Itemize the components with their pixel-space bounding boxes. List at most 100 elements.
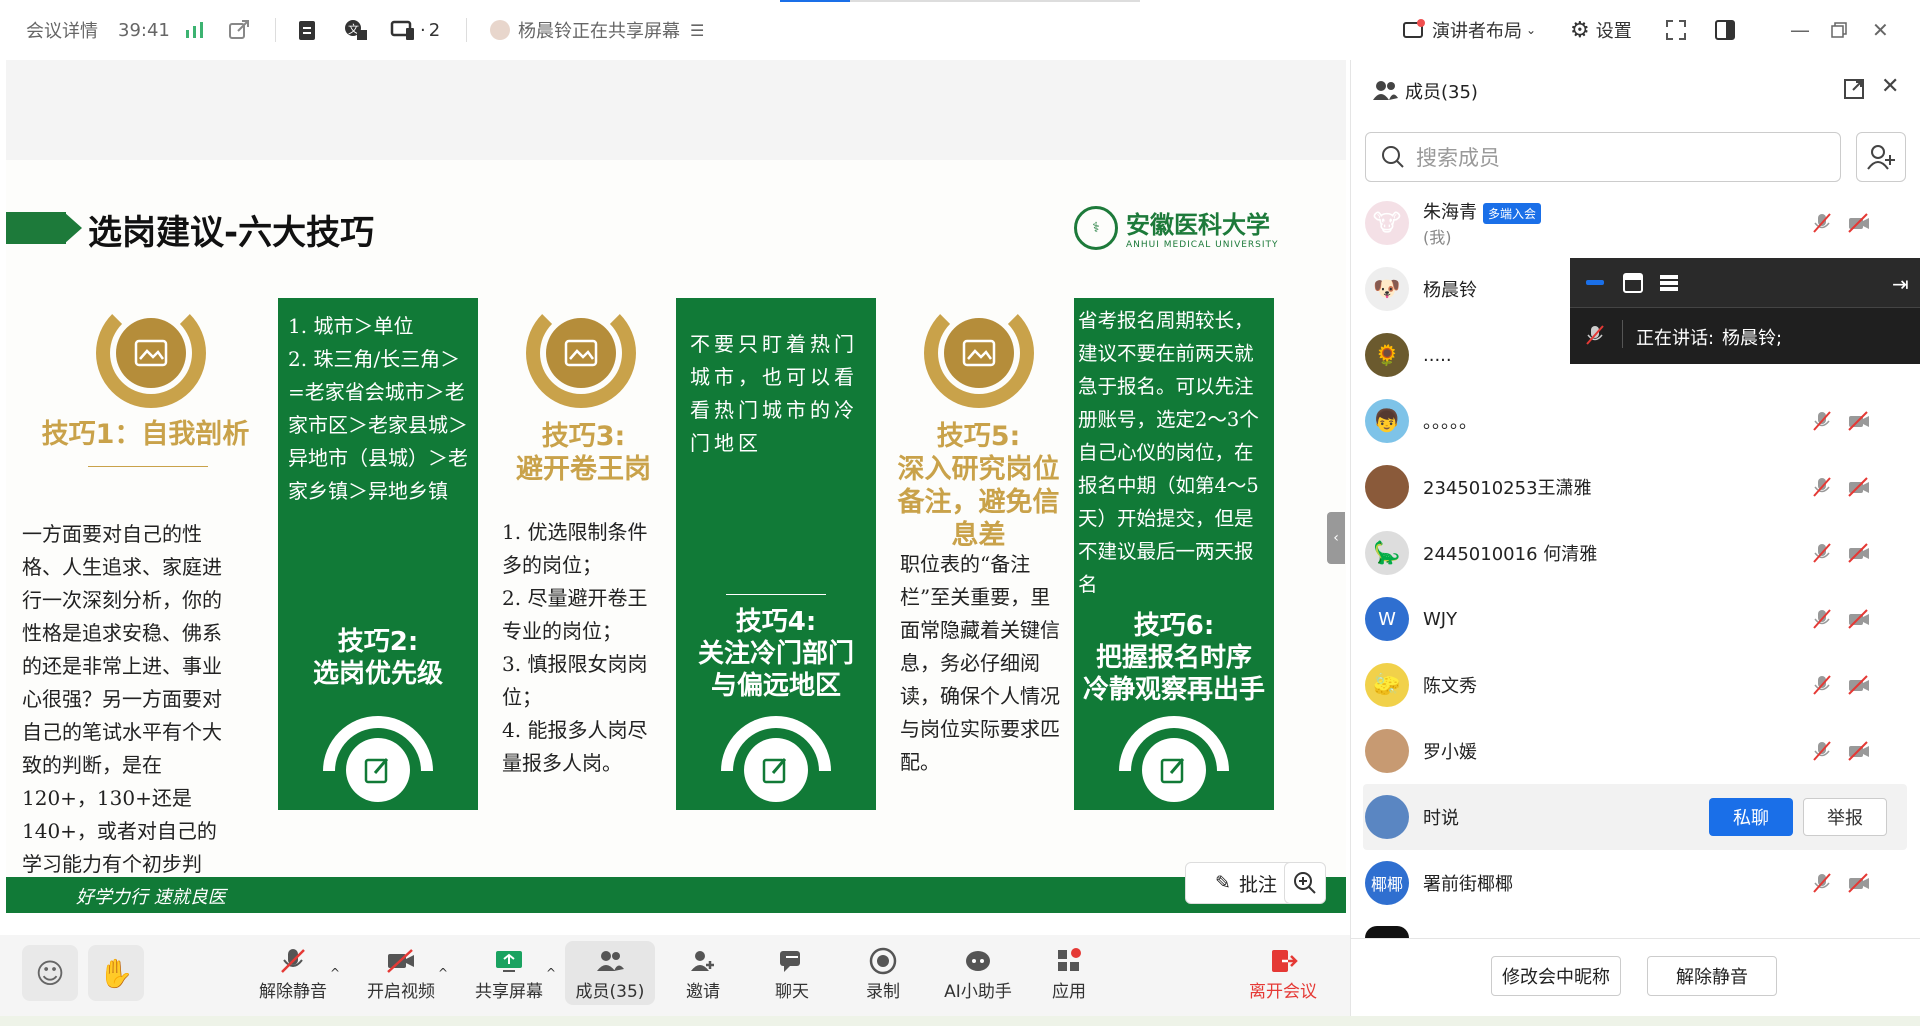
mic-muted-icon[interactable] [1811,674,1833,700]
unmute-all-button[interactable]: 解除静音 [1647,956,1777,996]
member-row[interactable]: 👦 。。。。。 [1351,388,1920,454]
tip2-body: 1. 城市＞单位 2. 珠三角/长三角＞=老家省会城市＞老家市区＞老家县城＞异地… [288,314,468,503]
panel-footer: 修改会中昵称 解除静音 [1351,938,1920,1026]
report-button[interactable]: 举报 [1803,798,1887,836]
mic-muted-icon[interactable] [1811,608,1833,634]
speaking-overlay[interactable]: ⇥ 正在讲话: 杨晨铃; [1570,258,1920,364]
avatar: 椰椰 [1365,861,1409,905]
member-name: 2445010016 何清雅 [1423,544,1598,565]
zoom-icon [1294,872,1316,894]
camera-off-icon[interactable] [1847,542,1871,568]
member-row[interactable]: 2345010253王潇雅 [1351,454,1920,520]
add-user-icon [1867,145,1895,170]
members-icon [594,945,626,977]
camera-off-icon[interactable] [1847,872,1871,898]
video-menu-caret[interactable]: ^ [436,941,450,1005]
restore-icon[interactable] [1830,0,1848,60]
tip1-body: 一方面要对自己的性格、人生追求、家庭进行一次深刻分析，你的性格是追求安稳、佛系的… [22,522,222,905]
mic-muted-icon[interactable] [1811,872,1833,898]
avatar [1365,465,1409,509]
tip4-title: 技巧4: 关注冷门部门 与偏远地区 [697,607,854,701]
emoji-button[interactable]: ☺ [22,945,78,1001]
gear-icon: ⚙ [1570,17,1590,43]
member-row-hovered[interactable]: 时说 私聊 举报 [1363,784,1907,850]
sharing-status[interactable]: 杨晨铃正在共享屏幕 ☰ [490,0,704,60]
tip3-title: 技巧3: 避开卷王岗 [516,421,651,485]
minimize-icon[interactable]: — [1790,0,1810,60]
layout-menu[interactable]: 演讲者布局 ⌄ [1402,0,1536,60]
add-user-icon [687,945,719,977]
share-track [850,0,1140,2]
tip6-title: 技巧6: 把握报名时序 冷静观察再出手 [1082,611,1265,705]
add-member-button[interactable] [1856,132,1906,182]
unmute-button[interactable]: 解除静音 [258,941,328,1005]
settings-button[interactable]: ⚙ 设置 [1570,0,1632,60]
ai-icon [962,945,994,977]
popout-icon[interactable] [1843,78,1865,104]
sidebar-toggle-icon[interactable] [1714,0,1736,60]
apps-icon [1054,945,1084,977]
expand-icon[interactable]: ⇥ [1892,272,1909,296]
chat-button[interactable]: 聊天 [757,941,827,1005]
tip6-body: 省考报名周期较长，建议不要在前两天就急于报名。可以先注册账号，选定2～3个自己心… [1078,309,1259,596]
member-row[interactable]: 椰椰 署前街椰椰 [1351,850,1920,916]
raise-hand-button[interactable]: ✋ [88,945,144,1001]
speaking-name: 杨晨铃; [1722,328,1783,349]
panel-title: 成员(35) [1405,82,1478,103]
member-row[interactable]: 🐮 朱海青 多端入会 (我) [1351,190,1920,256]
list-view-icon[interactable] [1658,272,1680,298]
video-button[interactable]: 开启视频 [366,941,436,1005]
member-row[interactable]: 🦕 2445010016 何清雅 [1351,520,1920,586]
avatar [1365,729,1409,773]
mic-muted-icon[interactable] [1811,212,1833,238]
tip2-title: 技巧2: 选岗优先级 [312,627,443,689]
logo-name-cn: 安徽医科大学 [1126,210,1270,239]
ai-assistant-button[interactable]: AI小助手 [933,941,1023,1005]
share-menu-caret[interactable]: ^ [544,941,558,1005]
camera-off-icon[interactable] [1847,674,1871,700]
close-icon[interactable]: ✕ [1872,0,1889,60]
camera-off-icon[interactable] [1847,476,1871,502]
zoom-in-button[interactable] [1284,862,1326,904]
hand-icon: ✋ [98,956,134,990]
camera-off-icon[interactable] [1847,212,1871,238]
devices-icon[interactable]: · 2 [390,0,440,60]
member-name: 。。。。。 [1423,412,1477,433]
members-button[interactable]: 成员(35) [565,941,655,1005]
avatar: 🦕 [1365,531,1409,575]
member-row[interactable]: 🧽 陈文秀 [1351,652,1920,718]
window-icon[interactable] [1622,272,1644,298]
audio-menu-caret[interactable]: ^ [328,941,342,1005]
private-chat-button[interactable]: 私聊 [1709,798,1793,836]
member-row[interactable]: W WJY [1351,586,1920,652]
leave-meeting-button[interactable]: 离开会议 [1248,941,1318,1005]
mic-muted-icon[interactable] [1811,476,1833,502]
collapse-tab[interactable]: ‹ [1327,512,1345,564]
list-icon: ☰ [690,20,705,40]
camera-off-icon[interactable] [1847,740,1871,766]
rename-button[interactable]: 修改会中昵称 [1491,956,1621,996]
popout-icon[interactable] [228,0,250,60]
title-bar-shape [6,212,66,244]
camera-off-icon[interactable] [1847,608,1871,634]
meeting-details-link[interactable]: 会议详情 [26,0,98,60]
signal-icon[interactable] [184,0,206,60]
slide-footer: 好学力行 速就良医 [6,877,1346,913]
apps-button[interactable]: 应用 [1034,941,1104,1005]
record-button[interactable]: 录制 [848,941,918,1005]
exit-icon [1268,945,1298,977]
tip3-body: 1. 优选限制条件多的岗位； 2. 尽量避开卷王专业的岗位； 3. 慎报限女岗岗… [502,520,648,775]
search-members-input[interactable]: 搜索成员 [1365,132,1841,182]
mic-muted-icon[interactable] [1811,410,1833,436]
minimize-icon[interactable] [1586,280,1604,285]
translate-icon[interactable]: 文 [343,0,369,60]
mic-muted-icon[interactable] [1811,542,1833,568]
fullscreen-icon[interactable] [1665,0,1687,60]
close-icon[interactable]: ✕ [1881,74,1899,99]
share-screen-button[interactable]: 共享屏幕 [474,941,544,1005]
notes-icon[interactable] [296,0,318,60]
member-row[interactable]: 罗小媛 [1351,718,1920,784]
invite-button[interactable]: 邀请 [668,941,738,1005]
camera-off-icon[interactable] [1847,410,1871,436]
mic-muted-icon[interactable] [1811,740,1833,766]
